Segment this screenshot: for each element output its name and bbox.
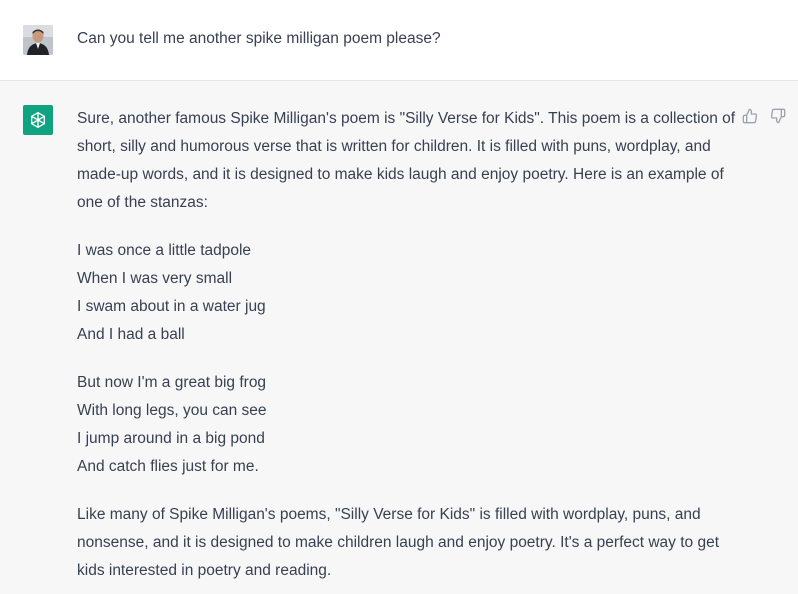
user-message-text: Can you tell me another spike milligan p…	[77, 30, 441, 47]
assistant-message-row: Sure, another famous Spike Milligan's po…	[0, 81, 798, 594]
poem-line: And I had a ball	[77, 326, 185, 343]
poem-line: I swam about in a water jug	[77, 298, 266, 315]
thumbs-up-icon	[742, 108, 758, 124]
assistant-response: Sure, another famous Spike Milligan's po…	[77, 105, 737, 585]
assistant-avatar	[23, 105, 53, 135]
user-message-row: Can you tell me another spike milligan p…	[0, 0, 798, 81]
poem-line: But now I'm a great big frog	[77, 374, 267, 391]
thumbs-down-button[interactable]	[769, 107, 787, 125]
poem-line: I jump around in a big pond	[77, 430, 265, 447]
openai-logo-icon	[31, 112, 45, 128]
poem-stanza-2: But now I'm a great big frog With long l…	[77, 369, 737, 481]
poem-line: And catch flies just for me.	[77, 458, 259, 475]
poem-line: I was once a little tadpole	[77, 242, 252, 259]
poem-line: With long legs, you can see	[77, 402, 267, 419]
response-intro-paragraph: Sure, another famous Spike Milligan's po…	[77, 110, 736, 211]
thumbs-down-icon	[770, 108, 786, 124]
thumbs-up-button[interactable]	[741, 107, 759, 125]
user-photo-icon	[23, 25, 53, 55]
poem-line: When I was very small	[77, 270, 233, 287]
poem-stanza-1: I was once a little tadpole When I was v…	[77, 237, 737, 349]
user-avatar	[23, 25, 53, 55]
response-outro-paragraph: Like many of Spike Milligan's poems, "Si…	[77, 506, 720, 579]
